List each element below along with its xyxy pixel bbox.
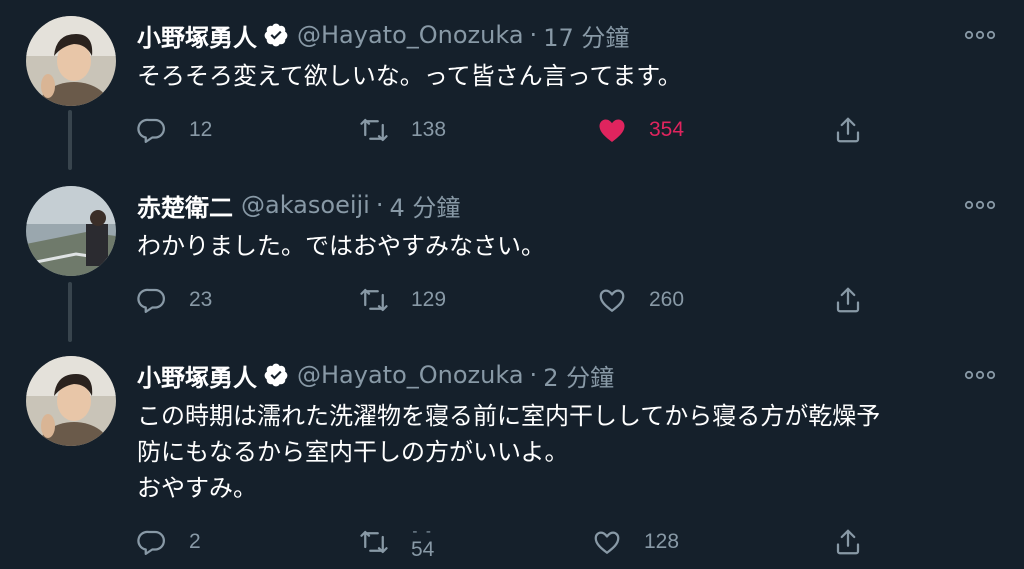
share-button[interactable] xyxy=(833,522,863,562)
heart-icon xyxy=(599,289,625,312)
verified-icon xyxy=(264,23,288,47)
tweet-text: そろそろ変えて欲しいな。って皆さん言ってます。 xyxy=(137,62,682,90)
tweet-text: この時期は濡れた洗濯物を寝る前に室内干ししてから寝る方が乾燥予 防にもなるから室… xyxy=(137,402,881,502)
tweet-actions: 12 138 354 xyxy=(0,110,1024,150)
tweet-header: 小野塚勇人 @Hayato_Onozuka · 2 分鐘 xyxy=(137,358,614,392)
author-name[interactable]: 赤楚衛二 xyxy=(137,188,233,223)
share-icon xyxy=(836,287,860,313)
tweet-text: わかりました。ではおやすみなさい。 xyxy=(137,232,545,260)
retweet-count-group: - - 54 xyxy=(411,525,434,560)
reply-count: 23 xyxy=(189,288,213,311)
tweet-timestamp[interactable]: 4 分鐘 xyxy=(390,188,461,223)
reply-button[interactable]: 23 xyxy=(137,280,212,320)
retweet-button[interactable]: - - 54 xyxy=(359,522,434,562)
reply-icon xyxy=(137,118,165,143)
like-button[interactable]: 260 xyxy=(597,280,684,320)
reply-button[interactable]: 2 xyxy=(137,522,201,562)
tweet-actions: 2 - - 54 128 xyxy=(0,522,1024,562)
reply-count: 2 xyxy=(189,530,201,553)
share-icon xyxy=(836,529,860,555)
author-handle[interactable]: @Hayato_Onozuka xyxy=(297,21,524,49)
reply-icon xyxy=(137,288,165,313)
heart-icon xyxy=(599,119,625,142)
like-count: 128 xyxy=(644,530,680,553)
verified-icon xyxy=(264,363,288,387)
separator-dot: · xyxy=(529,361,538,389)
retweet-count: 129 xyxy=(411,288,447,311)
retweet-icon xyxy=(360,118,388,142)
avatar[interactable] xyxy=(26,356,116,446)
more-icon[interactable] xyxy=(963,28,997,42)
avatar[interactable] xyxy=(26,16,116,106)
tweet[interactable]: 小野塚勇人 @Hayato_Onozuka · 17 分鐘 そろそろ変えて欲しい… xyxy=(0,16,1024,166)
like-button[interactable]: 354 xyxy=(597,110,684,150)
tweet-header: 小野塚勇人 @Hayato_Onozuka · 17 分鐘 xyxy=(137,18,629,52)
like-button[interactable]: 128 xyxy=(592,522,679,562)
separator-dot: · xyxy=(529,21,538,49)
tweet[interactable]: 小野塚勇人 @Hayato_Onozuka · 2 分鐘 この時期は濡れた洗濯物… xyxy=(0,356,1024,569)
separator-dot: · xyxy=(375,191,384,219)
retweet-button[interactable]: 138 xyxy=(359,110,446,150)
like-count: 260 xyxy=(649,288,685,311)
timeline-feed: 小野塚勇人 @Hayato_Onozuka · 17 分鐘 そろそろ変えて欲しい… xyxy=(0,0,1024,569)
author-name[interactable]: 小野塚勇人 xyxy=(137,358,257,393)
like-count: 354 xyxy=(649,118,685,141)
share-icon xyxy=(836,117,860,143)
share-button[interactable] xyxy=(833,280,863,320)
tweet-header: 赤楚衛二 @akasoeiji · 4 分鐘 xyxy=(137,188,460,222)
heart-icon xyxy=(594,531,620,554)
tweet-actions: 23 129 260 xyxy=(0,280,1024,320)
retweet-count: 54 xyxy=(411,537,435,561)
retweet-count: 138 xyxy=(411,118,447,141)
reply-icon xyxy=(137,530,165,555)
author-handle[interactable]: @akasoeiji xyxy=(241,191,370,219)
avatar[interactable] xyxy=(26,186,116,276)
retweet-count-transition: - - xyxy=(412,523,433,540)
more-icon[interactable] xyxy=(963,368,997,382)
reply-button[interactable]: 12 xyxy=(137,110,212,150)
author-handle[interactable]: @Hayato_Onozuka xyxy=(297,361,524,389)
retweet-button[interactable]: 129 xyxy=(359,280,446,320)
tweet-timestamp[interactable]: 17 分鐘 xyxy=(543,18,629,53)
more-icon[interactable] xyxy=(963,198,997,212)
tweet[interactable]: 赤楚衛二 @akasoeiji · 4 分鐘 わかりました。ではおやすみなさい。… xyxy=(0,186,1024,336)
author-name[interactable]: 小野塚勇人 xyxy=(137,18,257,53)
reply-count: 12 xyxy=(189,118,213,141)
share-button[interactable] xyxy=(833,110,863,150)
retweet-icon xyxy=(360,288,388,312)
tweet-timestamp[interactable]: 2 分鐘 xyxy=(543,358,614,393)
retweet-icon xyxy=(360,530,388,554)
